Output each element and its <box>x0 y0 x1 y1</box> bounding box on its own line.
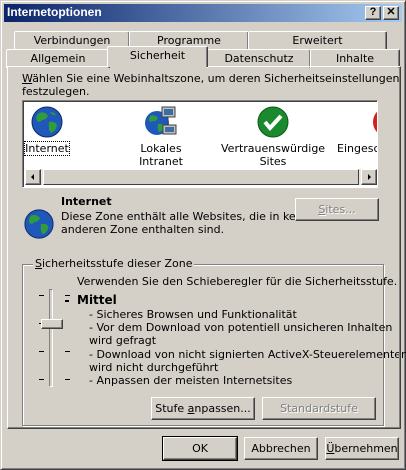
ok-button[interactable]: OK <box>162 436 238 461</box>
apply-label: bernehmen <box>334 442 398 455</box>
close-button[interactable]: ✕ <box>383 6 399 20</box>
tab-sicherheit[interactable]: Sicherheit <box>107 46 208 67</box>
tab-erweitert[interactable]: Erweitert <box>248 31 387 50</box>
dialog-window: Internetoptionen ? ✕ Verbindungen Progra… <box>0 0 406 470</box>
security-tab-panel <box>7 66 401 429</box>
title-bar[interactable]: Internetoptionen ? ✕ <box>4 4 402 22</box>
apply-button[interactable]: Übernehmen <box>325 437 399 460</box>
cancel-button[interactable]: Abbrechen <box>244 437 318 460</box>
window-title: Internetoptionen <box>7 5 102 19</box>
help-button[interactable]: ? <box>365 6 381 20</box>
